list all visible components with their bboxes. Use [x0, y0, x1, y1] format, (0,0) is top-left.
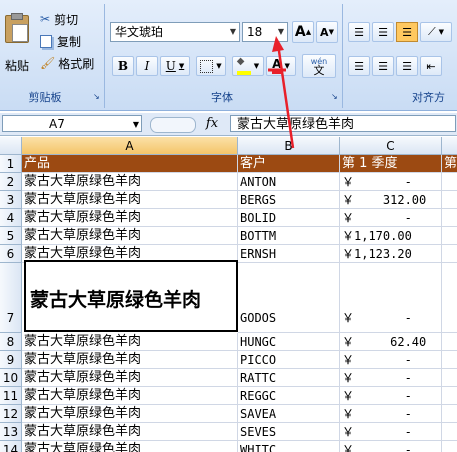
annotation-arrow [268, 36, 295, 149]
